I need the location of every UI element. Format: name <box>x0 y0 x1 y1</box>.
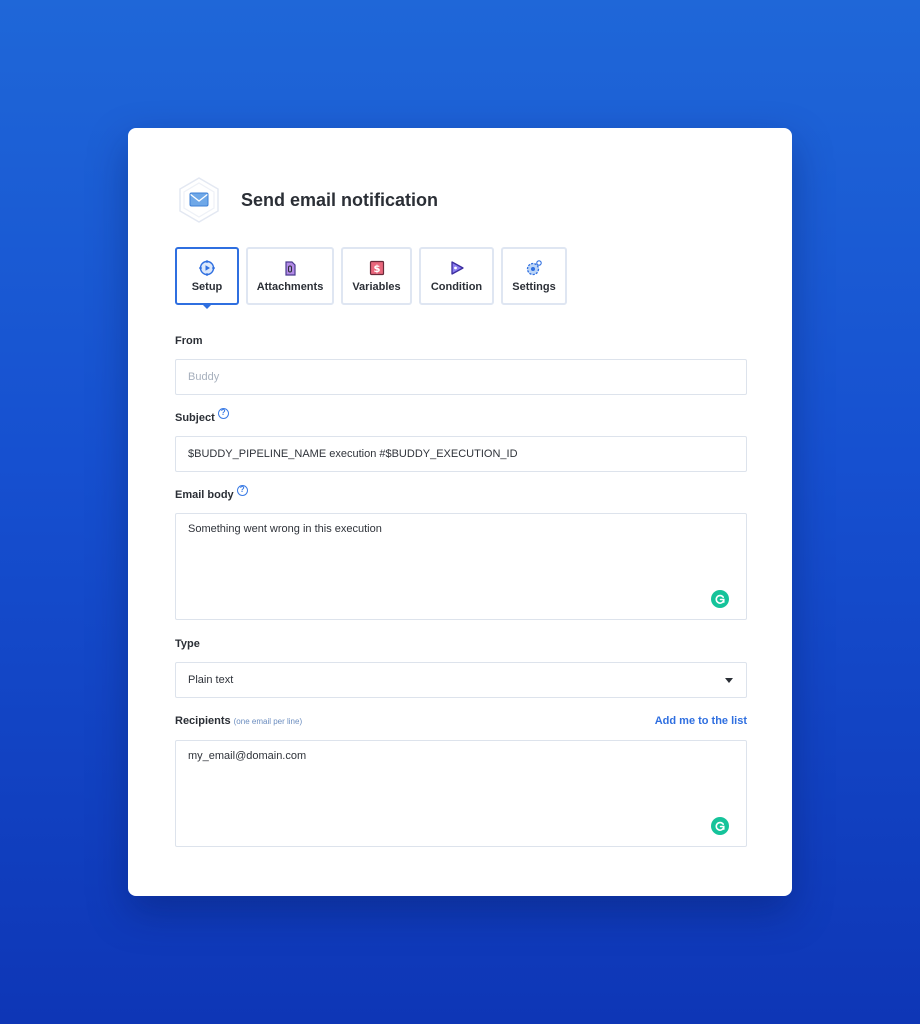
caret-down-icon <box>725 678 733 683</box>
tab-label: Setup <box>191 281 223 293</box>
tab-setup[interactable]: Setup <box>175 247 239 309</box>
add-me-to-list-link[interactable]: Add me to the list <box>655 715 747 727</box>
action-tabs: Setup Attachments $ Variables Condition … <box>175 247 574 309</box>
email-body-label-text: Email body <box>175 489 234 501</box>
from-input[interactable]: Buddy <box>175 359 747 395</box>
email-envelope-icon <box>175 176 223 224</box>
subject-label: Subject? <box>175 408 229 425</box>
from-label: From <box>175 335 203 347</box>
type-selected-value: Plain text <box>188 674 234 686</box>
subject-input[interactable]: $BUDDY_PIPELINE_NAME execution #$BUDDY_E… <box>175 436 747 472</box>
tab-variables[interactable]: $ Variables <box>341 247 412 305</box>
email-body-textarea[interactable]: Something went wrong in this execution <box>175 513 747 620</box>
svg-text:$: $ <box>373 264 380 275</box>
type-label-text: Type <box>175 638 200 650</box>
tab-label: Condition <box>430 281 483 293</box>
type-label: Type <box>175 638 200 650</box>
type-select[interactable]: Plain text <box>175 662 747 698</box>
grammarly-icon[interactable] <box>711 590 729 608</box>
settings-icon <box>525 259 543 277</box>
recipients-label: Recipients (one email per line) <box>175 715 302 727</box>
grammarly-icon[interactable] <box>711 817 729 835</box>
tab-settings[interactable]: Settings <box>501 247 567 305</box>
variables-icon: $ <box>368 259 386 277</box>
condition-icon <box>448 259 466 277</box>
tab-label: Variables <box>352 281 401 293</box>
email-action-card: Send email notification Setup Attachment… <box>128 128 792 896</box>
page-title: Send email notification <box>241 189 439 210</box>
tab-label: Settings <box>512 281 556 293</box>
attachments-icon <box>281 259 299 277</box>
from-label-text: From <box>175 335 203 347</box>
tab-condition[interactable]: Condition <box>419 247 494 305</box>
help-icon[interactable]: ? <box>236 485 248 496</box>
email-body-text: Something went wrong in this execution <box>188 523 382 535</box>
action-header: Send email notification <box>175 176 438 224</box>
recipients-hint: (one email per line) <box>233 717 303 726</box>
subject-label-text: Subject <box>175 412 215 424</box>
tab-attachments[interactable]: Attachments <box>246 247 334 305</box>
recipients-textarea[interactable]: my_email@domain.com <box>175 740 747 847</box>
help-icon[interactable]: ? <box>217 408 229 419</box>
setup-icon <box>198 259 216 277</box>
recipients-label-text: Recipients <box>175 715 231 727</box>
email-body-label: Email body? <box>175 485 248 502</box>
tab-label: Attachments <box>256 281 324 293</box>
recipients-text: my_email@domain.com <box>188 750 307 762</box>
